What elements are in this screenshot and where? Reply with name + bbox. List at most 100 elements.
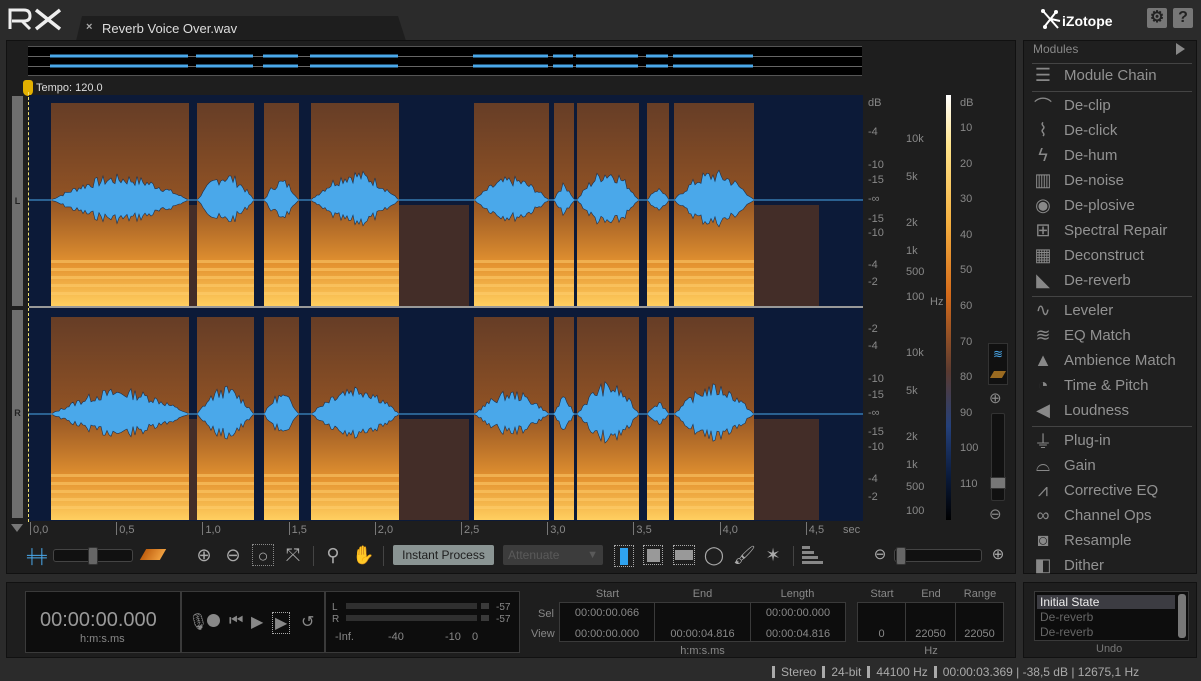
sel-start-value[interactable]: 00:00:00.066 xyxy=(559,607,655,619)
zoom-selection-icon[interactable]: ○ xyxy=(252,544,274,566)
undo-item[interactable]: De-reverb xyxy=(1040,610,1093,624)
time-tick-label: 2,0 xyxy=(374,522,394,536)
spectrogram-channel-l[interactable] xyxy=(29,95,863,306)
vertical-zoom-slider[interactable] xyxy=(990,413,1006,501)
loop-icon[interactable]: ↺ xyxy=(301,612,314,632)
playhead-cursor[interactable] xyxy=(28,92,29,522)
lasso-tool-icon[interactable]: ◯ xyxy=(703,544,725,566)
time-display: 00:00:00.000 xyxy=(40,609,157,631)
module-item-channel-ops[interactable]: ∞ Channel Ops xyxy=(1032,503,1192,528)
instant-process-mode-select[interactable]: Attenuate ▼ xyxy=(503,545,603,565)
spectrogram-view-icon[interactable] xyxy=(989,364,1007,384)
module-item-dither[interactable]: ◧ Dither xyxy=(1032,553,1192,578)
waveform-view-icon[interactable]: ≋ xyxy=(989,344,1007,364)
vertical-zoom-knob[interactable] xyxy=(990,477,1006,489)
file-tab[interactable]: × Reverb Voice Over.wav xyxy=(76,16,406,41)
record-arm-mic-icon[interactable]: 🎙 xyxy=(188,612,208,632)
harmonic-band xyxy=(577,260,639,263)
modules-expand-icon[interactable] xyxy=(1176,43,1185,55)
module-item-resample[interactable]: ◙ Resample xyxy=(1032,528,1192,553)
settings-button[interactable]: ⚙ xyxy=(1147,8,1167,28)
module-item-module-chain[interactable]: ☰ Module Chain xyxy=(1032,63,1192,88)
horizontal-zoom-knob[interactable] xyxy=(896,547,906,565)
horizontal-zoom-slider[interactable] xyxy=(894,547,982,565)
dither-icon: ◧ xyxy=(1034,555,1052,575)
module-item-deconstruct[interactable]: ▦ Deconstruct xyxy=(1032,243,1192,268)
freq-end-value[interactable]: 22050 xyxy=(905,628,956,640)
corrective-eq-icon: ⩘ xyxy=(1037,480,1049,500)
de-reverb-icon: ◣ xyxy=(1036,270,1050,290)
harmonic-band xyxy=(197,506,254,509)
zoom-out-vertical-icon[interactable]: ⊖ xyxy=(989,505,1002,523)
module-item-de-click[interactable]: ⌇ De-click xyxy=(1032,118,1192,143)
module-item-time-pitch[interactable]: ◔ Time & Pitch xyxy=(1032,373,1192,398)
time-frequency-selection-tool[interactable] xyxy=(643,545,663,565)
module-item-label: De-hum xyxy=(1064,147,1118,164)
module-item-plug-in[interactable]: ⏚ Plug-in xyxy=(1032,428,1192,453)
module-item-label: Leveler xyxy=(1064,302,1114,319)
module-item-de-hum[interactable]: ϟ De-hum xyxy=(1032,143,1192,168)
time-selection-tool[interactable] xyxy=(614,545,634,567)
module-item-eq-match[interactable]: ≋ EQ Match xyxy=(1032,323,1192,348)
freq-range-value[interactable]: 22050 xyxy=(955,628,1004,640)
harmonic-band xyxy=(311,284,399,287)
harmonic-band xyxy=(554,276,574,279)
play-button-icon[interactable]: ▶ xyxy=(251,612,263,632)
harmonic-band xyxy=(554,284,574,287)
status-channels: Stereo xyxy=(781,664,817,679)
module-item-corrective-eq[interactable]: ⩘ Corrective EQ xyxy=(1032,478,1192,503)
waveform-overview[interactable] xyxy=(28,46,862,76)
undo-scrollbar[interactable] xyxy=(1178,594,1186,638)
freq-start-value[interactable]: 0 xyxy=(857,628,906,640)
undo-item[interactable]: De-reverb xyxy=(1040,625,1093,639)
harmonic-band xyxy=(647,474,669,477)
module-item-de-noise[interactable]: ▥ De-noise xyxy=(1032,168,1192,193)
meter-l-label: L xyxy=(332,602,338,613)
hand-tool-icon[interactable]: ✋ xyxy=(352,544,374,566)
module-item-label: Ambience Match xyxy=(1064,352,1176,369)
instant-process-button[interactable]: Instant Process xyxy=(393,545,494,565)
zoom-in-icon[interactable]: ⊕ xyxy=(193,544,215,566)
close-tab-icon[interactable]: × xyxy=(86,21,92,33)
harmonic-band xyxy=(474,292,549,295)
module-item-loudness[interactable]: ◀ Loudness xyxy=(1032,398,1192,423)
go-to-start-icon[interactable]: ⏮ xyxy=(229,612,243,630)
undo-item[interactable]: Initial State xyxy=(1040,595,1099,609)
view-start-value[interactable]: 00:00:00.000 xyxy=(559,628,655,640)
spectrogram-channel-r[interactable] xyxy=(29,309,863,520)
zoom-fit-icon[interactable]: ⤧ xyxy=(282,544,304,566)
frequency-selection-tool[interactable] xyxy=(673,545,695,565)
sel-length-header: Length xyxy=(780,588,815,600)
zoom-in-horizontal-icon[interactable]: ⊕ xyxy=(987,544,1009,566)
waveform-spectrogram-blend-slider[interactable] xyxy=(53,547,133,565)
spectrum-settings-icon[interactable] xyxy=(802,546,824,566)
harmonic-band xyxy=(311,260,399,263)
zoom-out-icon[interactable]: ⊖ xyxy=(222,544,244,566)
spectrogram-view[interactable] xyxy=(29,95,863,521)
magic-wand-tool-icon[interactable]: ✶ xyxy=(762,544,784,566)
module-item-de-reverb[interactable]: ◣ De-reverb xyxy=(1032,268,1192,293)
module-item-ambience-match[interactable]: ▲ Ambience Match xyxy=(1032,348,1192,373)
amplitude-tick-label: -10 xyxy=(868,227,884,239)
play-selection-icon[interactable]: ▶ xyxy=(272,612,291,634)
sel-length-value[interactable]: 00:00:00.000 xyxy=(750,607,846,619)
expand-arrow-icon[interactable] xyxy=(11,524,23,532)
sel-row-label: Sel xyxy=(538,608,554,620)
record-button-icon[interactable] xyxy=(207,614,220,627)
module-item-de-clip[interactable]: ⌒ De-clip xyxy=(1032,93,1192,118)
brush-tool-icon[interactable]: 🖌 xyxy=(733,544,756,566)
module-item-leveler[interactable]: ∿ Leveler xyxy=(1032,298,1192,323)
view-length-value[interactable]: 00:00:04.816 xyxy=(750,628,846,640)
zoom-tool-icon[interactable]: ⚲ xyxy=(322,544,344,566)
module-item-spectral-repair[interactable]: ⊞ Spectral Repair xyxy=(1032,218,1192,243)
view-mode-toggle[interactable]: ≋ xyxy=(988,343,1008,385)
module-item-de-plosive[interactable]: ◉ De-plosive xyxy=(1032,193,1192,218)
view-end-value[interactable]: 00:00:04.816 xyxy=(654,628,751,640)
help-button[interactable]: ? xyxy=(1173,8,1193,28)
zoom-in-vertical-icon[interactable]: ⊕ xyxy=(989,389,1002,407)
zoom-out-horizontal-icon[interactable]: ⊖ xyxy=(869,544,891,566)
harmonic-band xyxy=(311,474,399,477)
module-item-gain[interactable]: ⌓ Gain xyxy=(1032,453,1192,478)
blend-slider-knob[interactable] xyxy=(88,547,98,565)
waveform-opacity-icon: ╪╪ xyxy=(27,548,47,564)
